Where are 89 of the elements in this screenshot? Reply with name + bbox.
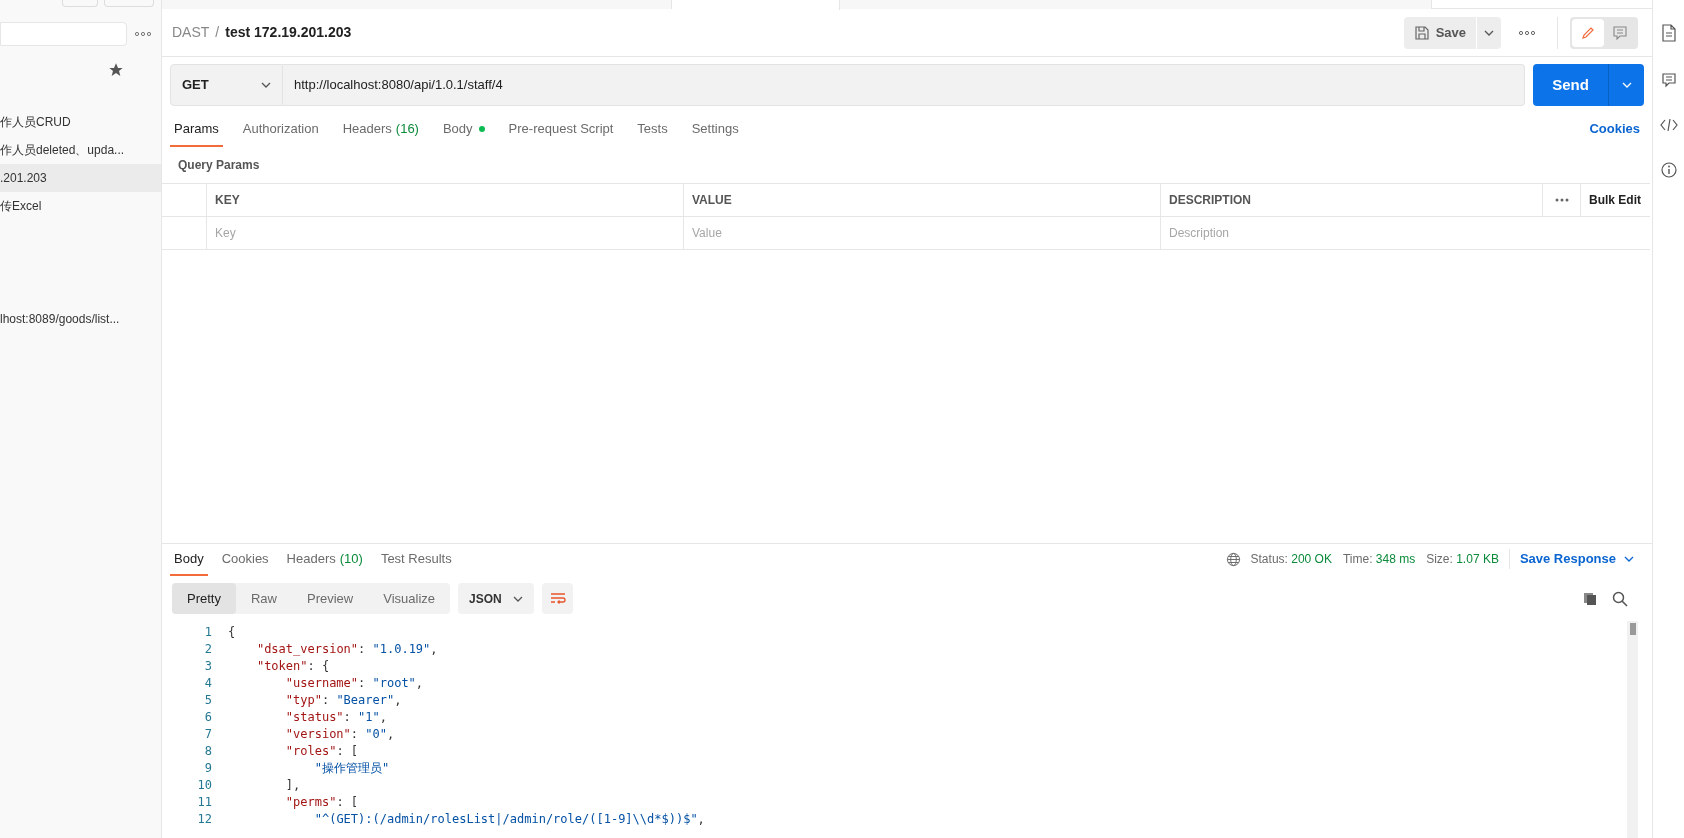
code-line: { xyxy=(228,623,236,641)
line-number: 5 xyxy=(203,691,212,709)
line-number: 7 xyxy=(203,725,212,743)
tab[interactable]: Headers (10) xyxy=(282,544,367,576)
method-dropdown[interactable]: GET xyxy=(170,64,283,106)
star-icon[interactable] xyxy=(108,62,124,78)
code-line: "typ": "Bearer", xyxy=(284,691,402,709)
code-line: "roles": [ xyxy=(284,742,359,760)
response-stat: Status: 200 OK xyxy=(1250,551,1332,568)
code-line: "username": "root", xyxy=(284,674,424,692)
save-button[interactable]: Save xyxy=(1403,16,1476,49)
tab[interactable]: Body xyxy=(438,113,489,147)
chevron-down-icon xyxy=(1621,82,1632,88)
column-header: VALUE xyxy=(692,192,732,209)
comment-icon xyxy=(1612,24,1628,41)
search-field[interactable] xyxy=(0,22,127,46)
wrap-lines-icon xyxy=(549,591,566,606)
line-number: 6 xyxy=(203,708,212,726)
bulk-edit-link[interactable]: Bulk Edit xyxy=(1589,191,1641,209)
section-title: Query Params xyxy=(178,157,260,174)
breadcrumb-link[interactable]: DAST xyxy=(172,22,210,43)
tab[interactable]: Authorization xyxy=(238,113,323,147)
search-icon[interactable] xyxy=(1612,590,1628,607)
line-number: 2 xyxy=(203,640,212,658)
chevron-down-icon xyxy=(261,82,271,88)
chevron-down-icon xyxy=(1484,29,1494,36)
line-number: 3 xyxy=(203,657,212,675)
value-field[interactable]: Value xyxy=(684,217,1160,249)
tab[interactable]: Headers (16) xyxy=(338,113,423,147)
tab[interactable]: Params xyxy=(170,113,223,147)
code-icon[interactable] xyxy=(1659,118,1678,132)
sidebar-item[interactable]: 作人员deleted、upda... xyxy=(0,136,161,164)
line-number: 1 xyxy=(203,623,212,641)
tab[interactable]: Settings xyxy=(687,113,743,147)
description-field[interactable]: Description xyxy=(1161,217,1543,249)
code-line: "perms": [ xyxy=(284,793,359,811)
url-field[interactable]: http://localhost:8080/api/1.0.1/staff/4 xyxy=(283,64,1525,106)
code-line: "status": "1", xyxy=(284,708,387,726)
response-stat: Time: 348 ms xyxy=(1342,551,1416,568)
sidebar-item[interactable]: 传Excel xyxy=(0,192,161,220)
code-line: "^(GET):(/admin/rolesList|/admin/role/([1-9]\\d*$))$", xyxy=(313,810,705,828)
more-icon[interactable] xyxy=(135,32,151,36)
code-line: "version": "0", xyxy=(284,725,395,743)
chevron-down-icon xyxy=(513,595,524,602)
comment-icon[interactable] xyxy=(1660,72,1677,88)
edit-mode-button[interactable] xyxy=(1572,18,1604,47)
info-icon[interactable] xyxy=(1660,162,1677,178)
sidebar-item[interactable]: 作人员CRUD xyxy=(0,108,161,136)
sidebar-item[interactable]: lhost:8089/goods/list... xyxy=(0,305,161,333)
breadcrumb-separator: / xyxy=(215,23,220,42)
code-line: ], xyxy=(284,776,301,794)
send-options-button[interactable] xyxy=(1608,64,1644,106)
tab[interactable]: Pre-request Script xyxy=(504,113,618,147)
line-number: 11 xyxy=(196,793,212,811)
code-line: "dsat_version": "1.0.19", xyxy=(255,640,438,658)
tab[interactable]: Cookies xyxy=(217,544,273,576)
format-dropdown[interactable]: JSON xyxy=(458,583,535,614)
cookies-link[interactable]: Cookies xyxy=(1589,118,1640,138)
document-icon[interactable] xyxy=(1660,24,1677,42)
key-field[interactable]: Key xyxy=(207,217,683,249)
tab[interactable]: Test Results xyxy=(376,544,456,576)
line-number: 12 xyxy=(196,810,212,828)
send-button[interactable]: Send xyxy=(1533,64,1608,106)
view-mode-tab[interactable]: Preview xyxy=(292,583,369,614)
globe-icon[interactable] xyxy=(1225,551,1241,567)
more-icon[interactable] xyxy=(1554,198,1569,202)
tab[interactable]: Tests xyxy=(633,113,672,147)
copy-icon[interactable] xyxy=(1582,590,1598,607)
line-number: 4 xyxy=(203,674,212,692)
more-icon[interactable] xyxy=(1519,30,1535,35)
wrap-lines-button[interactable] xyxy=(542,583,574,614)
code-line: "操作管理员" xyxy=(313,759,390,777)
line-number: 10 xyxy=(196,776,212,794)
code-line: "token": { xyxy=(255,657,330,675)
scrollbar[interactable] xyxy=(1627,621,1638,838)
view-mode-tab[interactable]: Visualize xyxy=(368,583,451,614)
tab[interactable]: Body xyxy=(170,544,208,576)
chevron-down-icon xyxy=(1624,556,1634,562)
request-title: test 172.19.201.203 xyxy=(225,23,352,42)
sidebar-item[interactable]: .201.203 xyxy=(0,164,161,192)
response-stat: Size: 1.07 KB xyxy=(1426,551,1499,568)
column-header: DESCRIPTION xyxy=(1169,192,1251,209)
save-response-button[interactable]: Save Response xyxy=(1519,549,1634,569)
column-header: KEY xyxy=(215,192,240,209)
line-number: 9 xyxy=(203,759,212,777)
line-number: 8 xyxy=(203,742,212,760)
view-mode-tab[interactable]: Pretty xyxy=(172,583,236,614)
save-options-button[interactable] xyxy=(1477,16,1501,49)
view-mode-tab[interactable]: Raw xyxy=(235,583,292,614)
